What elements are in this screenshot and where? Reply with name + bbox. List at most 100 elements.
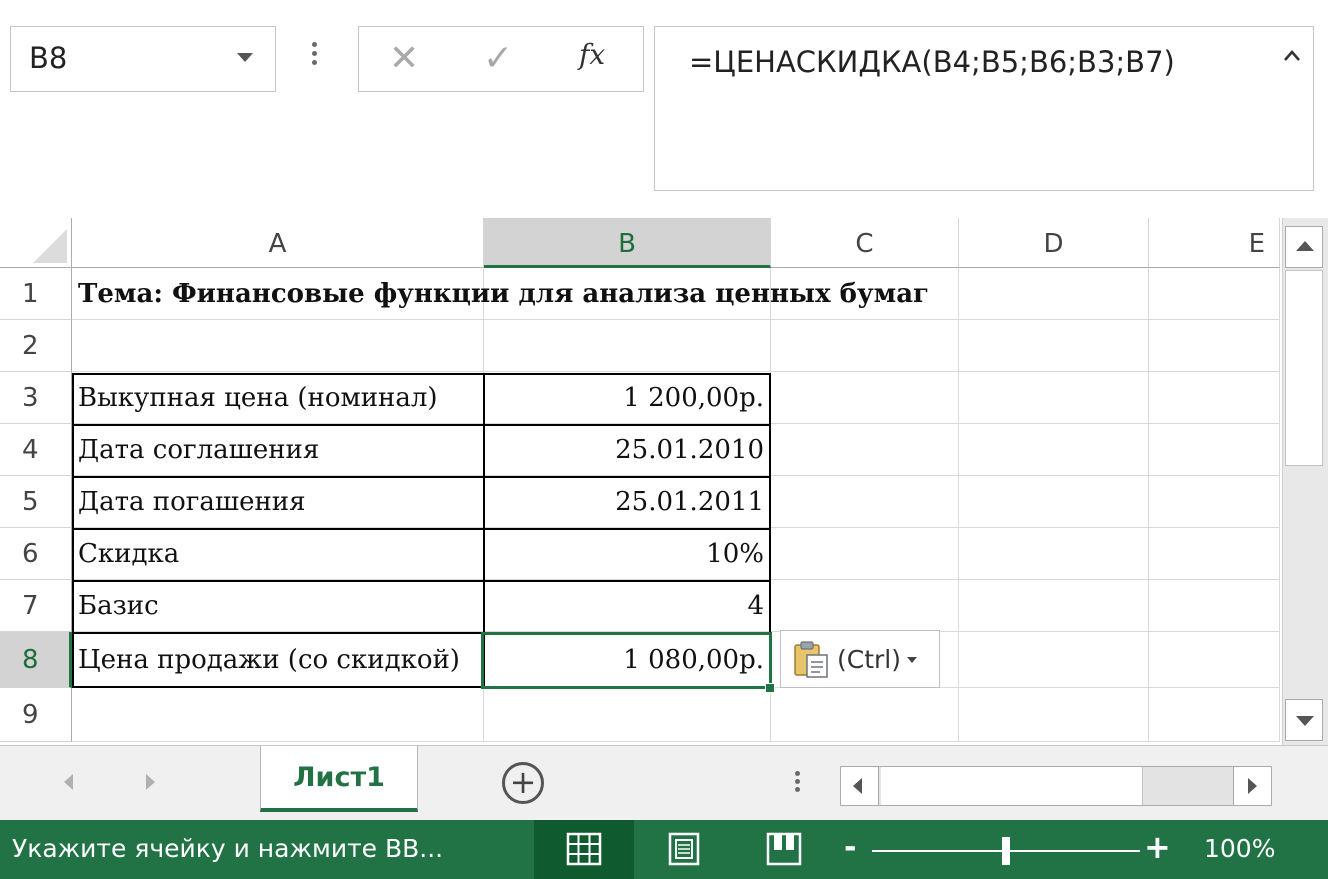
sheet-tabs-bar: Лист1 + [0,745,1328,820]
column-header-b[interactable]: B [484,218,771,268]
cell-b6[interactable]: 10% [484,528,771,580]
row-header-4[interactable]: 4 [0,424,72,476]
scroll-down-button[interactable] [1285,699,1323,741]
cell-b5[interactable]: 25.01.2011 [484,476,771,528]
grid-cell[interactable] [959,320,1149,372]
zoom-out-button[interactable]: - [844,833,864,864]
formula-input[interactable]: =ЦЕНАСКИДКА(B4;B5;B6;B3;B7) [654,26,1314,191]
page-layout-view-button[interactable] [634,820,734,879]
formula-bar-area: B8 ✕ ✓ fx =ЦЕНАСКИДКА(B4;B5;B6;B3;B7) [0,0,1328,214]
row-header-3[interactable]: 3 [0,372,72,424]
grid-cell[interactable] [1149,424,1280,476]
grid-cell[interactable] [72,320,484,372]
add-sheet-button[interactable]: + [502,762,544,804]
grid-cell[interactable] [771,372,959,424]
cell-b4[interactable]: 25.01.2010 [484,424,771,476]
grid-cell[interactable] [771,688,959,742]
next-sheet-icon[interactable] [146,774,155,790]
scroll-right-button[interactable] [1233,767,1271,805]
formula-bar-resize-handle[interactable] [310,38,318,78]
insert-function-icon[interactable]: fx [579,33,605,77]
grid-cell[interactable] [1149,528,1280,580]
sheet-tab-list1[interactable]: Лист1 [260,746,418,812]
page-layout-icon [668,832,700,866]
previous-sheet-icon[interactable] [64,774,73,790]
name-box[interactable]: B8 [10,26,276,92]
grid-cell[interactable] [1149,688,1280,742]
grid-cell[interactable] [1149,372,1280,424]
column-header-e[interactable]: E [1149,218,1280,268]
page-break-view-button[interactable] [734,820,834,879]
grid-cell[interactable] [959,372,1149,424]
paste-options-button[interactable]: (Ctrl) [780,630,940,688]
horizontal-scroll-thumb[interactable] [881,767,1143,805]
grid-cell[interactable] [1149,476,1280,528]
zoom-slider-thumb[interactable] [1002,837,1010,865]
status-text: Укажите ячейку и нажмите ВВ... [12,834,444,863]
clipboard-icon [794,641,828,678]
vertical-scrollbar[interactable] [1282,218,1328,745]
cell-a3[interactable]: Выкупная цена (номинал) [72,372,484,424]
normal-view-button[interactable] [534,820,634,879]
paste-options-label: (Ctrl) [837,644,901,674]
column-header-d[interactable]: D [959,218,1149,268]
row-header-5[interactable]: 5 [0,476,72,528]
tabs-scroll-splitter[interactable] [793,768,801,802]
formula-buttons: ✕ ✓ fx [358,26,644,92]
cell-a4[interactable]: Дата соглашения [72,424,484,476]
column-header-a[interactable]: A [72,218,484,268]
grid-cell[interactable] [72,688,484,742]
row-header-7[interactable]: 7 [0,580,72,632]
name-box-value: B8 [29,41,68,75]
cell-a5[interactable]: Дата погашения [72,476,484,528]
cell-b7[interactable]: 4 [484,580,771,632]
vertical-scroll-thumb[interactable] [1285,270,1323,466]
cell-a1[interactable]: Тема: Финансовые функции для анализа цен… [72,268,929,320]
grid-cell[interactable] [771,528,959,580]
grid-cell[interactable] [959,580,1149,632]
row-header-8[interactable]: 8 [0,632,72,688]
grid-cell[interactable] [959,476,1149,528]
grid-cell[interactable] [959,268,1149,320]
cell-b8[interactable]: 1 080,00р. [484,632,771,688]
grid-cell[interactable] [771,424,959,476]
grid-cell[interactable] [771,580,959,632]
chevron-up-icon[interactable] [1283,47,1301,65]
cell-a7[interactable]: Базис [72,580,484,632]
row-header-1[interactable]: 1 [0,268,72,320]
grid-cell[interactable] [484,320,771,372]
select-all-button[interactable] [0,218,72,268]
grid-cell[interactable] [959,528,1149,580]
grid-cell[interactable] [1149,580,1280,632]
status-bar: Укажите ячейку и нажмите ВВ... - + 100% [0,820,1328,879]
grid-cell[interactable] [1149,632,1280,688]
scroll-left-button[interactable] [841,767,879,805]
chevron-down-icon [907,657,917,663]
grid-cell[interactable] [1149,268,1280,320]
grid-cell[interactable] [771,476,959,528]
chevron-down-icon[interactable] [237,53,253,62]
grid-cell[interactable] [1149,320,1280,372]
cancel-icon[interactable]: ✕ [389,37,419,81]
cell-a8[interactable]: Цена продажи (со скидкой) [72,632,484,688]
grid-cell[interactable] [771,320,959,372]
column-header-c[interactable]: C [771,218,959,268]
cell-b3[interactable]: 1 200,00р. [484,372,771,424]
row-header-6[interactable]: 6 [0,528,72,580]
grid-icon [566,832,602,866]
grid-cell[interactable] [959,688,1149,742]
fill-handle[interactable] [765,683,775,693]
zoom-level[interactable]: 100% [1204,834,1275,863]
grid-cell[interactable] [484,688,771,742]
page-break-icon [766,832,802,866]
cell-a6[interactable]: Скидка [72,528,484,580]
enter-icon[interactable]: ✓ [483,37,513,81]
zoom-in-button[interactable]: + [1144,831,1171,863]
row-header-9[interactable]: 9 [0,688,72,742]
grid-cell[interactable] [959,424,1149,476]
grid-cell[interactable] [959,632,1149,688]
scroll-up-button[interactable] [1285,226,1323,268]
formula-text: =ЦЕНАСКИДКА(B4;B5;B6;B3;B7) [689,45,1175,79]
row-header-2[interactable]: 2 [0,320,72,372]
horizontal-scrollbar[interactable] [840,766,1272,806]
